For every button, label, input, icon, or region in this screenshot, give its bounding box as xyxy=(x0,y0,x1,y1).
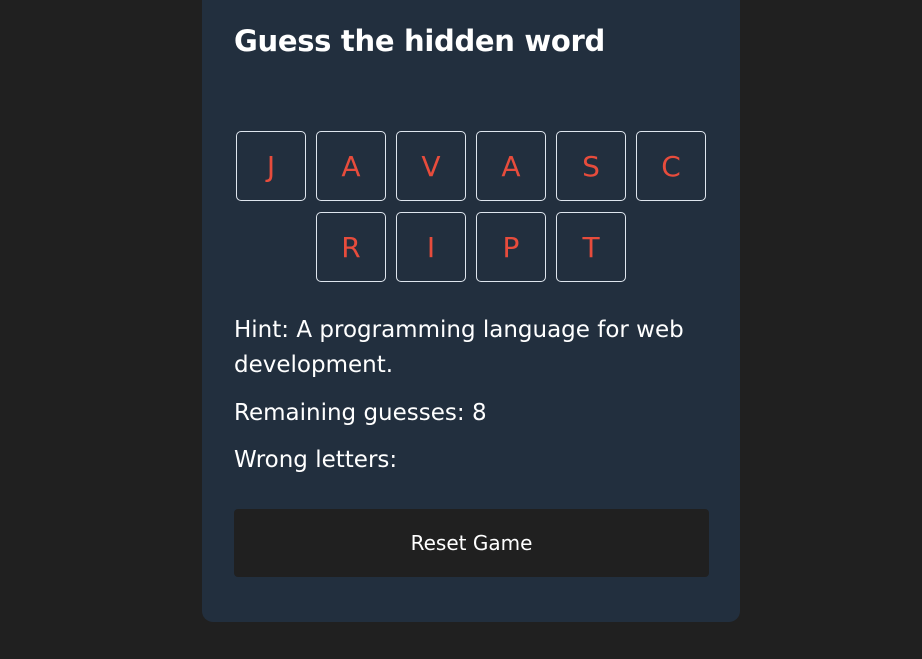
game-card: Guess the hidden word J A V A S C R I P … xyxy=(202,0,740,622)
remaining-label: Remaining guesses: xyxy=(234,400,465,426)
letter-box: A xyxy=(316,131,386,201)
word-row-1: J A V A S C xyxy=(202,131,740,201)
remaining-count: 8 xyxy=(471,400,487,426)
wrong-label: Wrong letters: xyxy=(234,447,398,473)
letter-box: C xyxy=(636,131,706,201)
hint-label: Hint: xyxy=(234,317,290,343)
remaining-guesses: Remaining guesses: 8 xyxy=(234,396,714,431)
hint-value: A programming language for web developme… xyxy=(234,317,684,378)
letter-box: J xyxy=(236,131,306,201)
hint-text: Hint: A programming language for web dev… xyxy=(234,313,714,383)
letter-box: P xyxy=(476,212,546,282)
reset-game-button[interactable]: Reset Game xyxy=(234,509,709,577)
letter-box: S xyxy=(556,131,626,201)
letter-box: V xyxy=(396,131,466,201)
letter-box: T xyxy=(556,212,626,282)
wrong-letters: Wrong letters: xyxy=(234,443,714,478)
word-row-2: R I P T xyxy=(202,212,740,282)
letter-box: I xyxy=(396,212,466,282)
letter-box: A xyxy=(476,131,546,201)
game-title: Guess the hidden word xyxy=(234,24,605,58)
letter-box: R xyxy=(316,212,386,282)
